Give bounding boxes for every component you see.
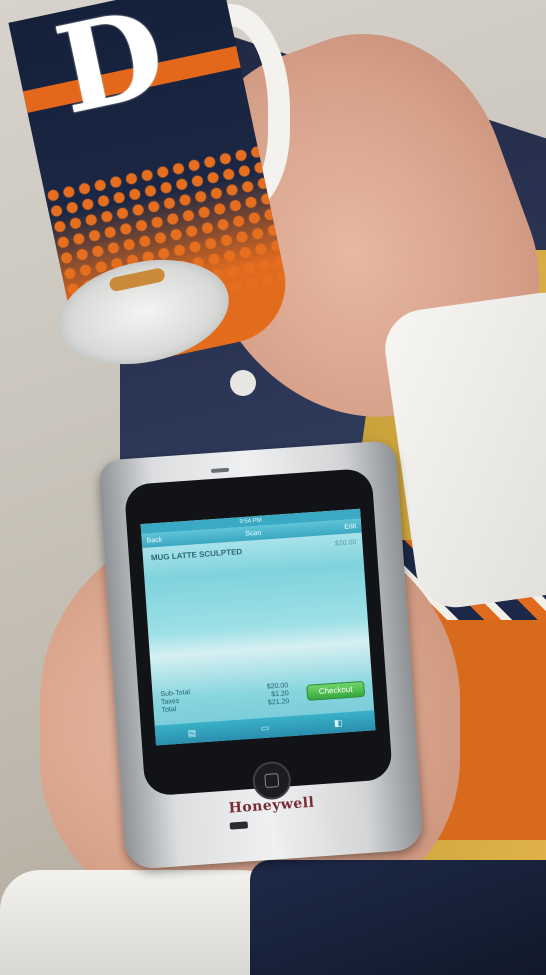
more-icon[interactable]: ◧	[334, 717, 343, 729]
fixture-dot	[230, 370, 256, 396]
tab-bar: ▤ ▭ ◧	[154, 710, 376, 746]
item-price: $20.00	[334, 539, 357, 548]
nav-title: Scan	[245, 529, 262, 538]
navy-strap	[250, 860, 546, 975]
checkout-button[interactable]: Checkout	[306, 680, 366, 701]
total-value: $21.20	[267, 698, 290, 707]
price-sticker	[108, 267, 166, 293]
tigers-d-logo-icon: D	[45, 0, 177, 142]
back-button[interactable]: Back	[147, 536, 163, 544]
item-name[interactable]: MUG LATTE SCULPTED	[151, 547, 243, 562]
total-label: Total	[161, 706, 177, 715]
home-button[interactable]	[251, 760, 293, 801]
edit-button[interactable]: Edit	[344, 523, 357, 531]
device-screen[interactable]: 9:54 PM Back Scan Edit MUG LATTE SCULPTE…	[140, 508, 376, 746]
totals-block: Sub-Total $20.00 Taxes $1.20 Total $21.2…	[160, 682, 289, 715]
home-square-icon	[264, 773, 280, 789]
photo-scene: D 9:54 PM Back Scan Edit MUG LATTE SCULP…	[0, 0, 546, 975]
card-slot	[229, 821, 249, 830]
mobile-computer: 9:54 PM Back Scan Edit MUG LATTE SCULPTE…	[98, 440, 424, 870]
receipt-icon[interactable]: ▭	[260, 722, 269, 734]
screen-bezel: 9:54 PM Back Scan Edit MUG LATTE SCULPTE…	[123, 467, 393, 801]
cart-icon[interactable]: ▤	[187, 727, 196, 739]
speaker-grille	[210, 467, 230, 474]
